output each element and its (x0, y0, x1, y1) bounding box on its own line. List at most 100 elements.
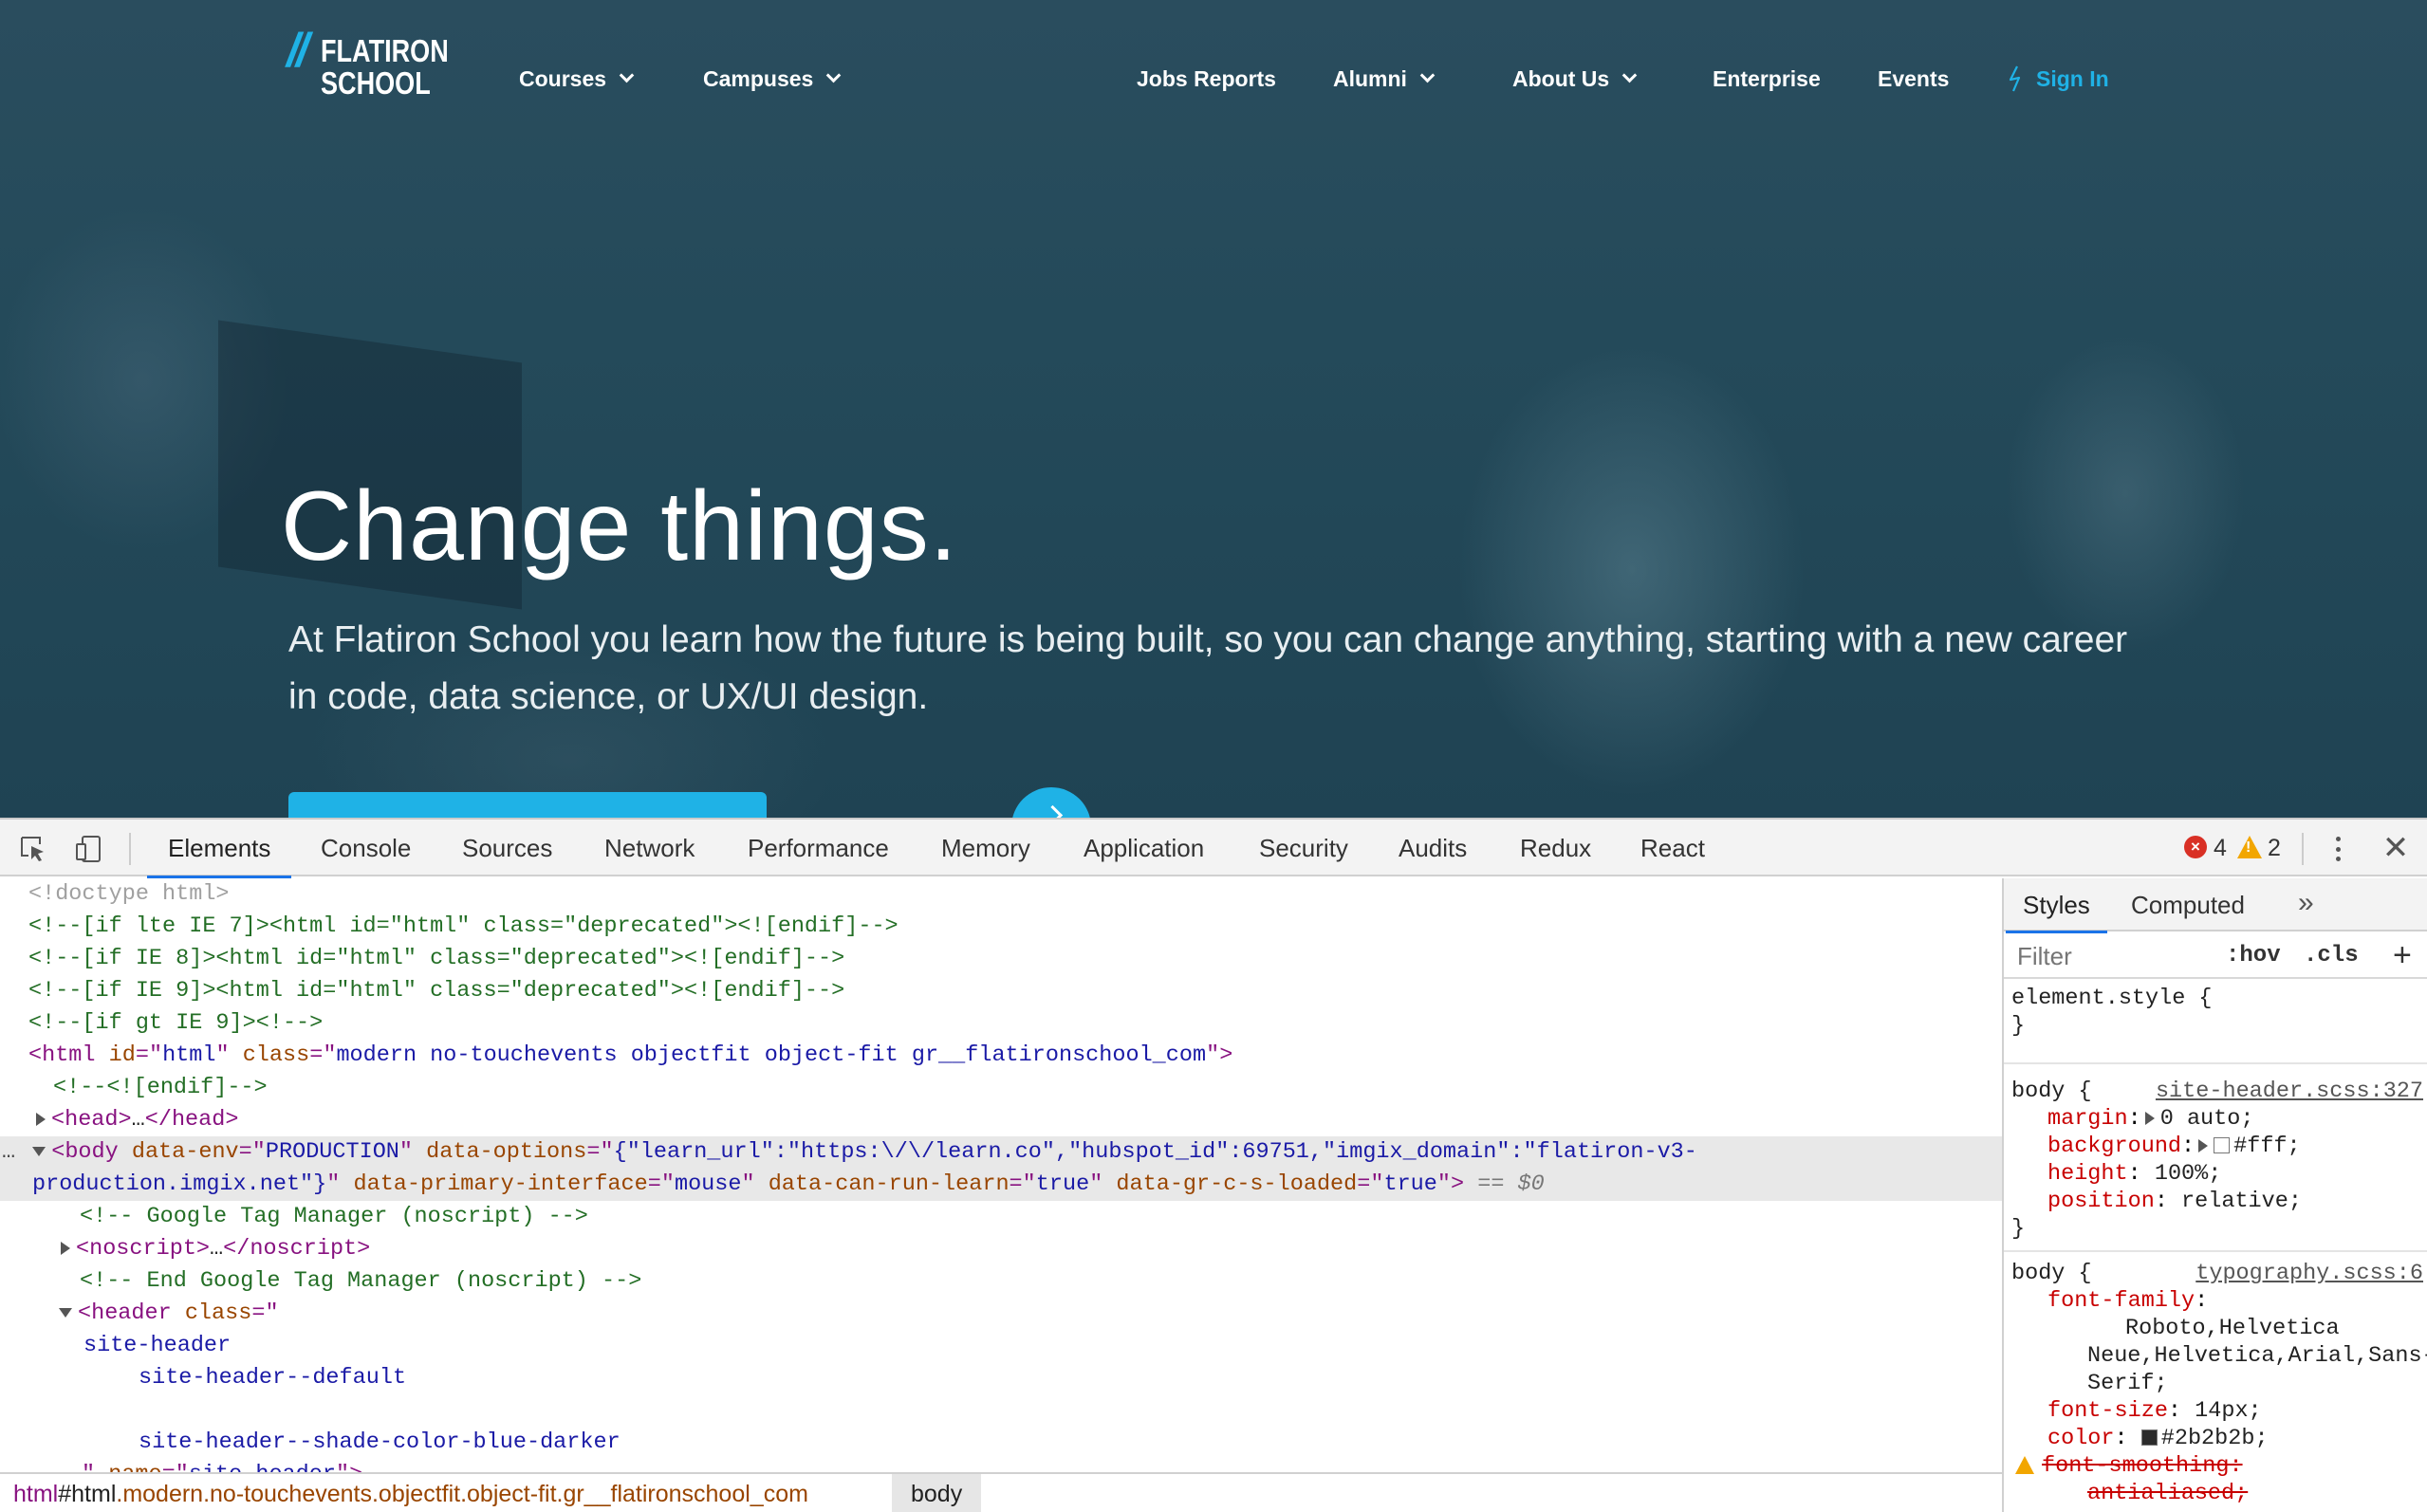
decl-font-family[interactable]: font-family: (2011, 1287, 2427, 1315)
more-options-icon[interactable] (2328, 833, 2347, 865)
expand-triangle-icon[interactable] (2198, 1138, 2209, 1152)
flatiron-logo[interactable]: // FLATIRON SCHOOL (287, 27, 449, 106)
node-actions-icon[interactable]: … (2, 1139, 15, 1165)
warning-icon[interactable]: ! (2237, 836, 2262, 858)
hover-state-toggle[interactable]: :hov (2226, 933, 2281, 979)
decl-position[interactable]: position: relative; (2011, 1188, 2427, 1215)
dom-node-comment[interactable]: <!--[if IE 9]><html id="html" class="dep… (0, 975, 2002, 1007)
dom-node-comment[interactable]: <!-- Google Tag Manager (noscript) --> (0, 1201, 2002, 1233)
inspect-element-icon[interactable] (19, 835, 47, 863)
prop-value: #fff; (2233, 1134, 2301, 1159)
rule-source-link[interactable]: site-header.scss:327 (2156, 1078, 2423, 1105)
chevron-down-icon (1621, 67, 1638, 83)
dom-node-header[interactable]: <header class=" (0, 1298, 2002, 1330)
dom-node-comment[interactable]: <!--[if gt IE 9]><!--> (0, 1007, 2002, 1040)
body-primary-interface-value: mouse (674, 1171, 742, 1197)
tab-sources[interactable]: Sources (462, 820, 552, 876)
nav-sign-in[interactable]: Sign In (2008, 65, 2109, 93)
dom-node-comment[interactable]: <!--[if lte IE 7]><html id="html" class=… (0, 911, 2002, 943)
dom-node-header-class[interactable]: site-header--default (0, 1362, 2002, 1394)
nav-courses[interactable]: Courses (519, 65, 635, 93)
breadcrumb-html[interactable]: html#html.modern.no-touchevents.objectfi… (13, 1474, 808, 1512)
hero-cta-button[interactable] (288, 792, 767, 818)
prop-name: position (2047, 1189, 2155, 1214)
nav-campuses-label: Campuses (703, 66, 814, 91)
noscript-ellipsis: … (210, 1236, 224, 1262)
prop-value: Neue,Helvetica,Arial,Sans- (2087, 1343, 2427, 1369)
nav-about-us[interactable]: About Us (1512, 65, 1638, 93)
dom-node-comment[interactable]: <!--[if IE 8]><html id="html" class="dep… (0, 943, 2002, 975)
chevron-down-icon (619, 67, 635, 83)
decl-margin[interactable]: margin: 0 auto; (2011, 1105, 2427, 1133)
dom-node-html[interactable]: <html id="html" class="modern no-touchev… (0, 1040, 2002, 1072)
dom-node-body-selected[interactable]: … <body data-env="PRODUCTION" data-optio… (0, 1136, 2002, 1169)
nav-jobs-reports[interactable]: Jobs Reports (1137, 65, 1276, 93)
body-options-value-cont: production.imgix.net"} (32, 1171, 327, 1197)
dom-node-noscript[interactable]: <noscript>…</noscript> (0, 1233, 2002, 1265)
dom-node-body-selected-cont[interactable]: production.imgix.net"}" data-primary-int… (0, 1169, 2002, 1201)
class-toggle[interactable]: .cls (2304, 933, 2359, 979)
error-count[interactable]: 4 (2214, 820, 2227, 876)
expand-triangle-icon[interactable] (61, 1241, 70, 1255)
toolbar-divider (129, 833, 131, 865)
tab-styles[interactable]: Styles (2006, 878, 2107, 933)
nav-events[interactable]: Events (1878, 65, 1949, 93)
color-swatch-icon[interactable] (2214, 1137, 2231, 1153)
warning-count[interactable]: 2 (2268, 820, 2281, 876)
nav-campuses[interactable]: Campuses (703, 65, 842, 93)
dom-node-header-name[interactable]: " name="site-header"> (0, 1459, 2002, 1472)
decl-font-size[interactable]: font-size: 14px; (2011, 1397, 2427, 1425)
new-style-rule-icon[interactable]: + (2393, 933, 2412, 977)
play-video-button[interactable] (1011, 787, 1091, 818)
breadcrumb-tag: html (13, 1481, 59, 1507)
prop-value: 0 auto; (2159, 1106, 2254, 1132)
nav-alumni[interactable]: Alumni (1333, 65, 1436, 93)
tab-audits[interactable]: Audits (1399, 820, 1467, 876)
nav-enterprise[interactable]: Enterprise (1713, 65, 1821, 93)
error-icon[interactable]: × (2184, 836, 2207, 858)
devtools-toolbar: Elements Console Sources Network Perform… (0, 820, 2427, 878)
expand-triangle-icon[interactable] (36, 1112, 46, 1126)
tab-console[interactable]: Console (321, 820, 411, 876)
dom-node-comment[interactable]: <!--<![endif]--> (0, 1072, 2002, 1104)
tab-security[interactable]: Security (1259, 820, 1348, 876)
decl-color[interactable]: color: #2b2b2b; (2011, 1425, 2427, 1452)
decl-background[interactable]: background: #fff; (2011, 1133, 2427, 1160)
color-swatch-icon[interactable] (2140, 1429, 2158, 1446)
elements-dom-tree[interactable]: <!doctype html> <!--[if lte IE 7]><html … (0, 878, 2002, 1472)
dom-node-header-class[interactable]: site-header (0, 1330, 2002, 1362)
tab-react[interactable]: React (1640, 820, 1705, 876)
dom-node-head[interactable]: <head>…</head> (0, 1104, 2002, 1136)
close-icon[interactable]: ✕ (2381, 820, 2410, 876)
device-toolbar-icon[interactable] (74, 835, 102, 863)
collapse-triangle-icon[interactable] (59, 1307, 72, 1318)
decl-height[interactable]: height: 100%; (2011, 1160, 2427, 1188)
rule-body-typography[interactable]: body { typography.scss:6 font-family: Ro… (2004, 1254, 2427, 1512)
nav-jobs-reports-label: Jobs Reports (1137, 66, 1276, 91)
prop-value: antialiased; (2087, 1481, 2249, 1506)
rule-source-link[interactable]: typography.scss:6 (2195, 1260, 2423, 1287)
tab-memory[interactable]: Memory (941, 820, 1030, 876)
chevron-down-icon (826, 67, 842, 83)
rule-element-style[interactable]: element.style { } (2004, 981, 2427, 1064)
tab-redux[interactable]: Redux (1520, 820, 1591, 876)
tab-elements[interactable]: Elements (146, 820, 292, 878)
decl-font-smoothing[interactable]: font-smoothing: (2011, 1452, 2427, 1480)
breadcrumb-body[interactable]: body (892, 1474, 982, 1512)
prop-name: height (2047, 1161, 2128, 1187)
dom-node-comment[interactable]: <!-- End Google Tag Manager (noscript) -… (0, 1265, 2002, 1298)
hero-subtitle-line-2: in code, data science, or UX/UI design. (288, 676, 929, 717)
collapse-triangle-icon[interactable] (32, 1146, 46, 1156)
tab-network[interactable]: Network (604, 820, 695, 876)
more-tabs-icon[interactable]: » (2298, 878, 2314, 928)
expand-triangle-icon[interactable] (2144, 1111, 2155, 1125)
prop-value: 14px; (2195, 1398, 2262, 1424)
tab-performance[interactable]: Performance (748, 820, 889, 876)
tab-application[interactable]: Application (1084, 820, 1204, 876)
dom-node-doctype[interactable]: <!doctype html> (0, 878, 2002, 911)
tab-computed[interactable]: Computed (2131, 878, 2245, 931)
nav-alumni-label: Alumni (1333, 66, 1407, 91)
dom-node-header-class[interactable]: site-header--shade-color-blue-darker (0, 1427, 2002, 1459)
rule-body-site-header[interactable]: body { site-header.scss:327 margin: 0 aut… (2004, 1066, 2427, 1252)
styles-filter-input[interactable] (2010, 937, 2209, 975)
